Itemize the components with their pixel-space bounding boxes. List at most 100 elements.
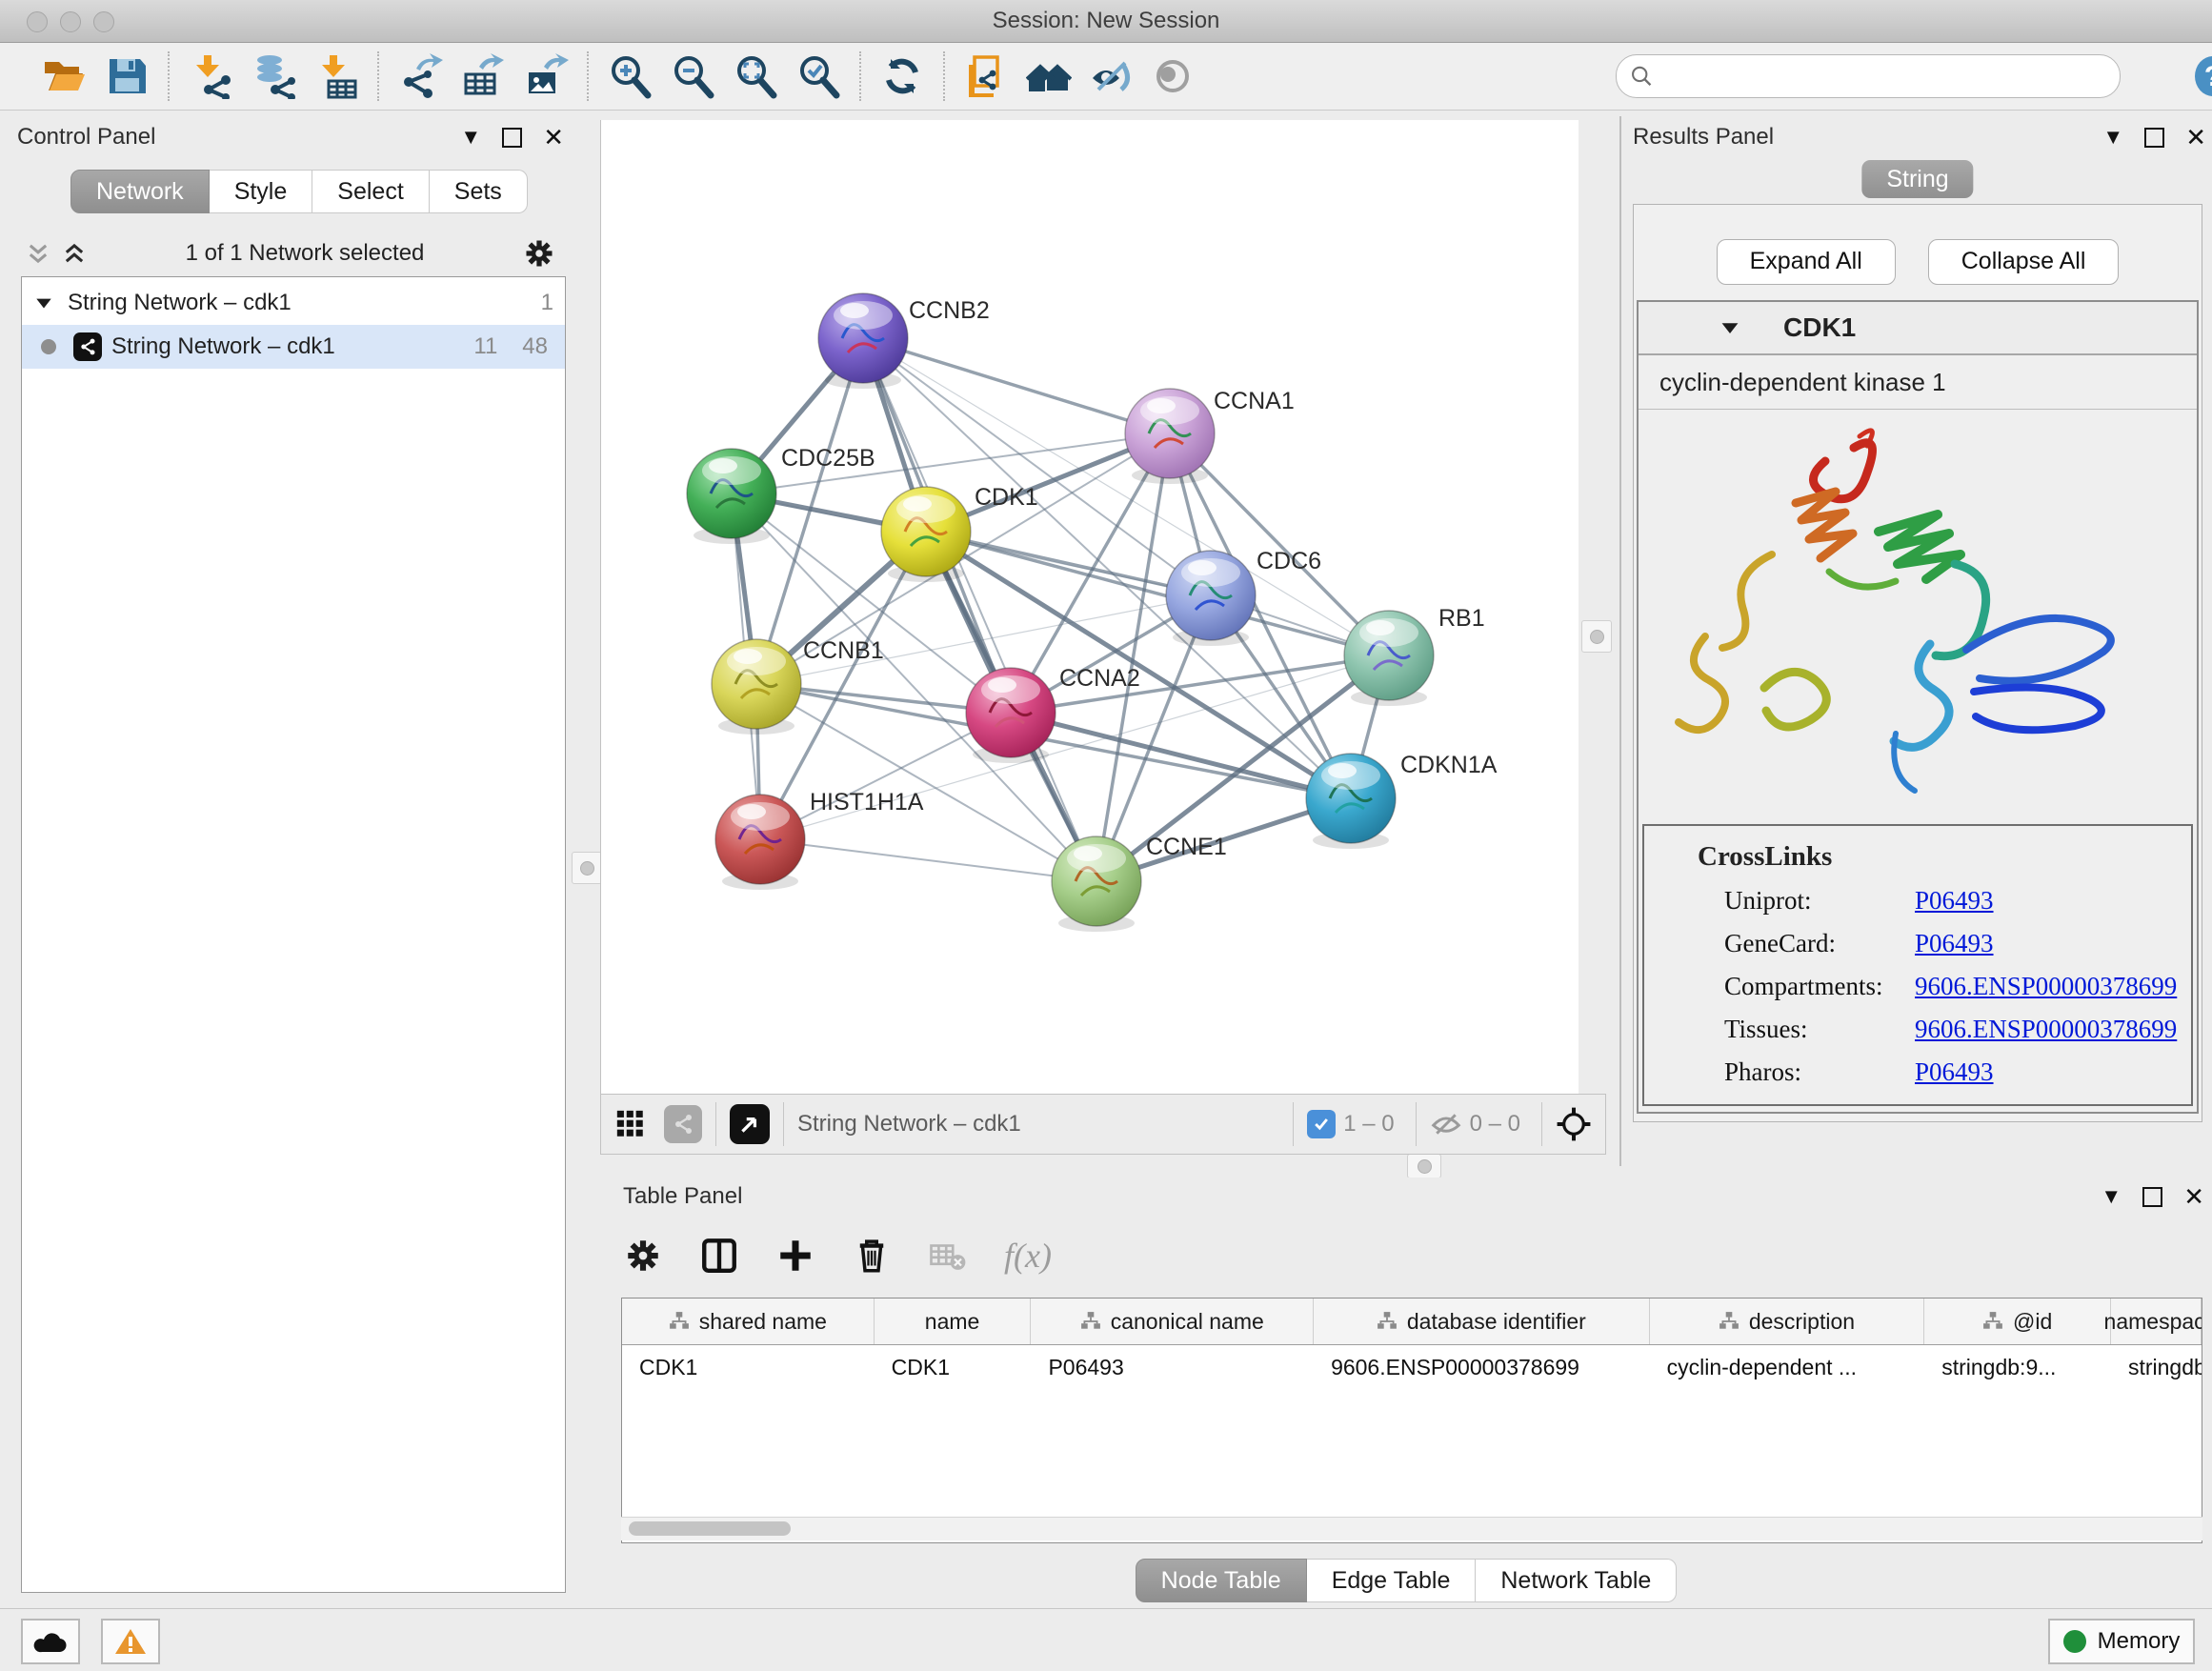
tab-node-table[interactable]: Node Table [1136,1559,1307,1602]
import-network-database-button[interactable] [242,48,305,105]
table-cell[interactable]: stringdb:9... [1924,1345,2111,1389]
node-RB1[interactable] [1344,611,1434,706]
tab-network-table[interactable]: Network Table [1476,1559,1677,1602]
node-CDC6[interactable] [1166,551,1256,646]
column-header-name[interactable]: name [875,1299,1032,1344]
search-box[interactable] [1616,54,2121,98]
tab-sets[interactable]: Sets [430,170,528,213]
table-cell[interactable]: CDK1 [875,1345,1032,1389]
edge-CCNB2-CCNA1[interactable] [863,338,1170,433]
memory-button[interactable]: Memory [2048,1619,2195,1664]
hide-unhide-button[interactable] [1080,48,1143,105]
right-splitter-handle[interactable] [1581,620,1612,653]
node-CDK1[interactable] [881,487,971,582]
collapse-section-icon[interactable] [1719,316,1741,339]
float-panel-icon[interactable] [2144,128,2164,148]
node-CCNE1[interactable] [1052,836,1141,932]
show-columns-icon[interactable] [699,1236,739,1276]
close-panel-icon[interactable]: ✕ [2185,125,2206,150]
edge-HIST1H1A-CCNE1[interactable] [760,839,1096,881]
eye-slash-icon [1089,53,1135,99]
add-column-icon[interactable] [775,1236,815,1276]
network-graph[interactable]: CCNB2CCNA1CDC25BCDK1CDC6RB1CCNB1CCNA2CDK… [601,120,1579,1094]
export-image-button[interactable] [514,48,577,105]
node-CDC25B[interactable] [687,449,776,544]
tree-expanded-icon[interactable] [33,292,54,313]
collapse-all-button[interactable]: Collapse All [1928,239,2120,285]
birdseye-view-icon[interactable] [730,1104,770,1144]
string-houses-button[interactable] [1017,48,1080,105]
export-network-button[interactable] [389,48,452,105]
help-button[interactable]: ? [2182,48,2212,105]
column-header-database-identifier[interactable]: database identifier [1314,1299,1650,1344]
delete-column-icon[interactable] [852,1236,892,1276]
protein-header[interactable]: CDK1 [1639,302,2197,355]
table-cell[interactable]: 9606.ENSP00000378699 [1314,1345,1650,1389]
collapse-all-icon[interactable] [61,240,88,267]
warnings-button[interactable] [101,1619,160,1664]
network-canvas[interactable]: CCNB2CCNA1CDC25BCDK1CDC6RB1CCNB1CCNA2CDK… [600,120,1579,1094]
panel-menu-icon[interactable]: ▼ [460,127,481,148]
close-panel-icon[interactable]: ✕ [2183,1184,2204,1209]
zoom-selected-button[interactable] [787,48,850,105]
panel-menu-icon[interactable]: ▼ [2101,1186,2122,1207]
table-horizontal-scrollbar[interactable] [621,1517,2202,1540]
network-row[interactable]: String Network – cdk1 11 48 [22,325,565,369]
node-CDKN1A[interactable] [1306,754,1396,849]
refresh-button[interactable] [871,48,934,105]
preview-eye-button[interactable] [1143,48,1206,105]
panel-menu-icon[interactable]: ▼ [2102,127,2123,148]
crosslink-link[interactable]: P06493 [1915,886,1994,916]
open-session-button[interactable] [32,48,95,105]
network-share-mode-icon[interactable] [664,1105,702,1143]
network-collection-row[interactable]: String Network – cdk1 1 [22,281,565,325]
zoom-fit-button[interactable] [724,48,787,105]
expand-all-icon[interactable] [25,240,51,267]
column-header-description[interactable]: description [1650,1299,1925,1344]
table-cell[interactable]: stringdb [2111,1345,2202,1389]
expand-all-button[interactable]: Expand All [1717,239,1896,285]
tab-style[interactable]: Style [210,170,313,213]
column-header-namespace[interactable]: namespace [2111,1299,2202,1344]
save-session-button[interactable] [95,48,158,105]
node-HIST1H1A[interactable] [715,795,805,890]
node-CCNA2[interactable] [966,668,1056,763]
column-header-canonical-name[interactable]: canonical name [1031,1299,1314,1344]
table-options-gear-icon[interactable] [623,1236,663,1276]
table-cell[interactable]: P06493 [1031,1345,1314,1389]
float-panel-icon[interactable] [2142,1187,2162,1207]
crosslink-link[interactable]: P06493 [1915,929,1994,958]
column-header--id[interactable]: @id [1924,1299,2111,1344]
tab-edge-table[interactable]: Edge Table [1307,1559,1477,1602]
crosslink-link[interactable]: 9606.ENSP00000378699 [1915,1015,2177,1044]
column-header-shared-name[interactable]: shared name [622,1299,875,1344]
import-network-file-button[interactable] [179,48,242,105]
clone-network-button[interactable] [955,48,1017,105]
hidden-eye-icon[interactable] [1430,1110,1462,1138]
export-table-button[interactable] [452,48,514,105]
grid-mode-icon[interactable] [614,1108,647,1140]
tab-network[interactable]: Network [70,170,210,213]
fit-selected-crosshair-icon[interactable] [1556,1106,1592,1142]
left-splitter-handle[interactable] [572,852,602,884]
table-cell[interactable]: CDK1 [622,1345,875,1389]
float-panel-icon[interactable] [502,128,522,148]
selected-checkbox-icon[interactable] [1307,1110,1336,1138]
node-CCNA1[interactable] [1125,389,1215,484]
zoom-in-button[interactable] [598,48,661,105]
table-cell[interactable]: cyclin-dependent ... [1650,1345,1925,1389]
search-input[interactable] [1654,63,2106,90]
cloud-button[interactable] [21,1619,80,1664]
table-row[interactable]: CDK1CDK1P064939606.ENSP00000378699cyclin… [622,1345,2202,1389]
node-CCNB1[interactable] [712,639,801,735]
tab-select[interactable]: Select [312,170,429,213]
crosslink-link[interactable]: 9606.ENSP00000378699 [1915,972,2177,1001]
zoom-out-button[interactable] [661,48,724,105]
bottom-splitter-handle[interactable] [1407,1154,1441,1178]
import-table-button[interactable] [305,48,368,105]
close-panel-icon[interactable]: ✕ [543,125,564,150]
crosslink-link[interactable]: P06493 [1915,1057,1994,1087]
edge-count: 48 [522,333,548,360]
gear-icon[interactable] [522,236,556,271]
tab-string[interactable]: String [1861,160,1973,198]
